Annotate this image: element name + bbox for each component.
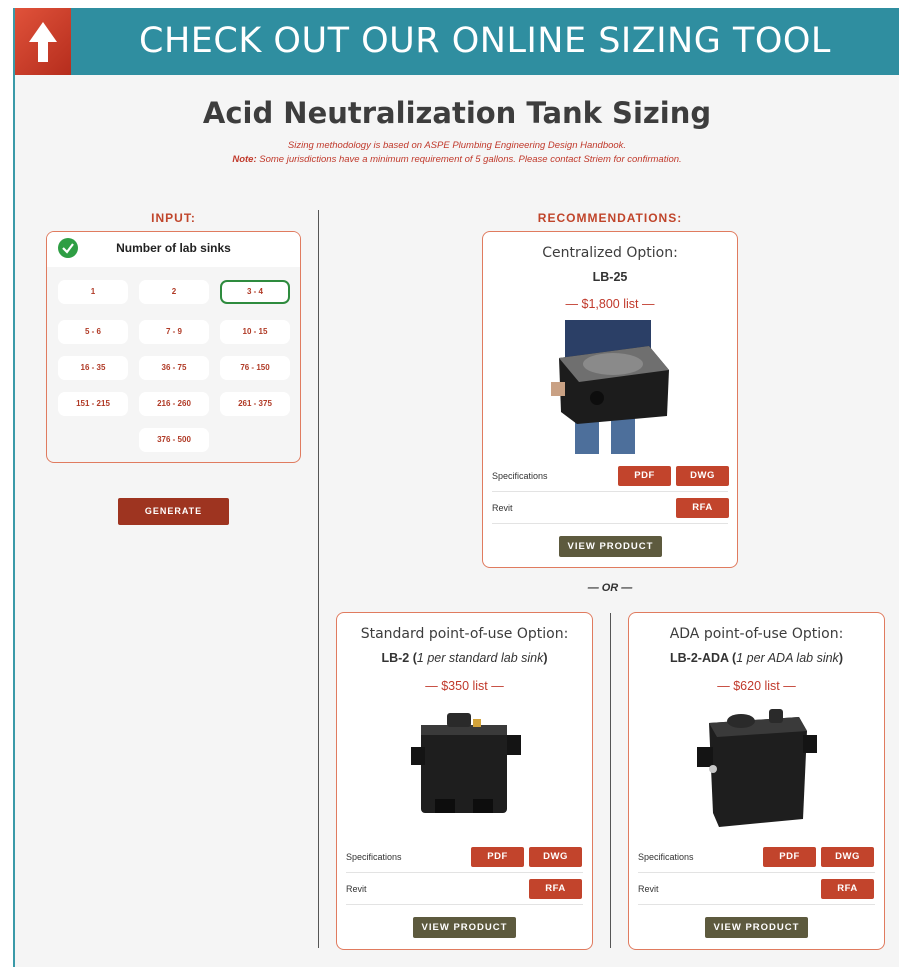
ada-title: ADA point-of-use Option: bbox=[669, 626, 844, 642]
sink-option-261-375[interactable]: 261 - 375 bbox=[220, 392, 290, 416]
input-card-header: Number of lab sinks bbox=[47, 232, 300, 267]
ada-pdf-button[interactable]: PDF bbox=[763, 847, 816, 867]
ada-revit-label: Revit bbox=[638, 884, 659, 894]
generate-button[interactable]: GENERATE bbox=[118, 498, 229, 525]
standard-title: Standard point-of-use Option: bbox=[360, 626, 569, 642]
lab-sinks-label: Number of lab sinks bbox=[116, 241, 231, 255]
arrow-up-logo-icon bbox=[15, 8, 71, 75]
standard-row-divider bbox=[346, 872, 583, 873]
standard-option-card: Standard point-of-use Option: LB-2 (1 pe… bbox=[336, 612, 593, 950]
or-separator: — OR — bbox=[587, 582, 633, 594]
ada-dwg-button[interactable]: DWG bbox=[821, 847, 874, 867]
centralized-view-product-button[interactable]: VIEW PRODUCT bbox=[559, 536, 662, 557]
sink-option-76-150[interactable]: 76 - 150 bbox=[220, 356, 290, 380]
centralized-dwg-button[interactable]: DWG bbox=[676, 466, 729, 486]
centralized-option-card: Centralized Option: LB-25 — $1,800 list … bbox=[482, 231, 738, 568]
centralized-specifications-label: Specifications bbox=[492, 471, 548, 481]
sink-option-10-15[interactable]: 10 - 15 bbox=[220, 320, 290, 344]
ada-row-divider bbox=[638, 904, 875, 905]
sink-option-5-6[interactable]: 5 - 6 bbox=[58, 320, 128, 344]
sink-option-2[interactable]: 2 bbox=[139, 280, 209, 304]
ada-model-line: LB-2-ADA (1 per ADA lab sink) bbox=[670, 651, 843, 665]
standard-row-divider bbox=[346, 904, 583, 905]
lab-sinks-input-card: Number of lab sinks 1 2 3 - 4 5 - 6 7 - … bbox=[46, 231, 301, 463]
ada-rfa-button[interactable]: RFA bbox=[821, 879, 874, 899]
sink-option-16-35[interactable]: 16 - 35 bbox=[58, 356, 128, 380]
ada-specifications-label: Specifications bbox=[638, 852, 694, 862]
standard-pdf-button[interactable]: PDF bbox=[471, 847, 524, 867]
ada-model: LB-2-ADA bbox=[670, 651, 729, 665]
jurisdiction-note: Note: Some jurisdictions have a minimum … bbox=[15, 154, 899, 165]
standard-revit-label: Revit bbox=[346, 884, 367, 894]
centralized-model: LB-25 bbox=[592, 270, 628, 284]
sink-option-1[interactable]: 1 bbox=[58, 280, 128, 304]
standard-specifications-label: Specifications bbox=[346, 852, 402, 862]
standard-model: LB-2 bbox=[381, 651, 410, 665]
standard-price: — $350 list — bbox=[425, 679, 504, 693]
sink-option-3-4[interactable]: 3 - 4 bbox=[220, 280, 290, 304]
sink-option-376-500[interactable]: 376 - 500 bbox=[139, 428, 209, 452]
lb-2-ada-product-image bbox=[697, 709, 817, 827]
ada-row-divider bbox=[638, 872, 875, 873]
methodology-text: Sizing methodology is based on ASPE Plum… bbox=[287, 140, 627, 151]
page: CHECK OUT OUR ONLINE SIZING TOOL Acid Ne… bbox=[13, 8, 899, 967]
sizing-tool-banner[interactable]: CHECK OUT OUR ONLINE SIZING TOOL bbox=[15, 8, 899, 75]
page-title: Acid Neutralization Tank Sizing bbox=[202, 96, 712, 130]
standard-model-note: 1 per standard lab sink bbox=[416, 651, 544, 665]
column-divider bbox=[318, 210, 319, 948]
standard-dwg-button[interactable]: DWG bbox=[529, 847, 582, 867]
lb-2-product-image bbox=[411, 713, 521, 813]
banner-title: CHECK OUT OUR ONLINE SIZING TOOL bbox=[139, 21, 831, 61]
ada-view-product-button[interactable]: VIEW PRODUCT bbox=[705, 917, 808, 938]
lb-25-product-image bbox=[551, 320, 669, 454]
ada-price: — $620 list — bbox=[717, 679, 796, 693]
standard-view-product-button[interactable]: VIEW PRODUCT bbox=[413, 917, 516, 938]
centralized-row-divider bbox=[492, 491, 728, 492]
sink-option-216-260[interactable]: 216 - 260 bbox=[139, 392, 209, 416]
note-text: Some jurisdictions have a minimum requir… bbox=[256, 154, 682, 165]
centralized-title: Centralized Option: bbox=[542, 245, 678, 261]
centralized-pdf-button[interactable]: PDF bbox=[618, 466, 671, 486]
standard-model-line: LB-2 (1 per standard lab sink) bbox=[381, 651, 548, 665]
centralized-rfa-button[interactable]: RFA bbox=[676, 498, 729, 518]
options-divider bbox=[610, 613, 611, 948]
centralized-revit-label: Revit bbox=[492, 503, 513, 513]
input-section-label: INPUT: bbox=[151, 211, 196, 225]
ada-option-card: ADA point-of-use Option: LB-2-ADA (1 per… bbox=[628, 612, 885, 950]
note-label: Note: bbox=[232, 154, 257, 165]
standard-rfa-button[interactable]: RFA bbox=[529, 879, 582, 899]
sink-option-7-9[interactable]: 7 - 9 bbox=[139, 320, 209, 344]
centralized-row-divider bbox=[492, 523, 728, 524]
ada-model-note: 1 per ADA lab sink bbox=[736, 651, 839, 665]
centralized-price: — $1,800 list — bbox=[565, 297, 655, 311]
recommendations-section-label: RECOMMENDATIONS: bbox=[537, 211, 683, 225]
sink-option-36-75[interactable]: 36 - 75 bbox=[139, 356, 209, 380]
sink-option-151-215[interactable]: 151 - 215 bbox=[58, 392, 128, 416]
